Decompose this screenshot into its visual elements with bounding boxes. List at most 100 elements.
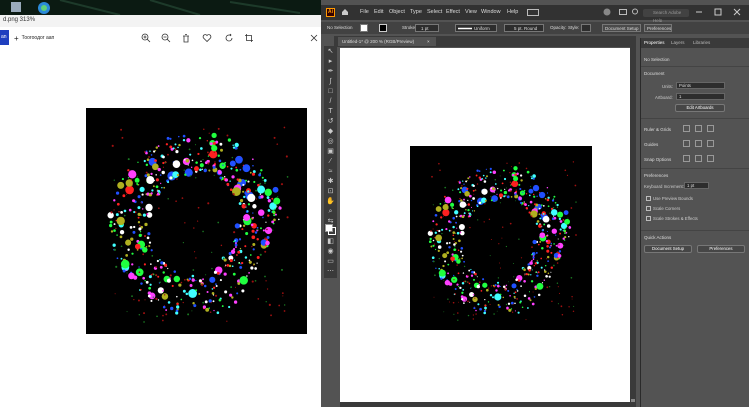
stroke-swatch[interactable] xyxy=(379,24,387,32)
help-search-input[interactable]: Search Adobe Help xyxy=(643,9,689,23)
variable-width-dropdown[interactable]: Uniform xyxy=(455,24,497,32)
tab-libraries[interactable]: Libraries xyxy=(693,40,710,45)
grid-icon[interactable] xyxy=(695,125,702,132)
rotate-icon[interactable] xyxy=(224,33,234,43)
scale-strokes-checkbox[interactable] xyxy=(646,216,651,221)
vertical-scrollbar[interactable] xyxy=(630,47,636,407)
blend-tool-icon[interactable]: ≈ xyxy=(326,168,335,176)
menu-window[interactable]: Window xyxy=(481,9,501,15)
tab-properties[interactable]: Properties xyxy=(644,40,665,45)
type-tool-icon[interactable]: T xyxy=(326,108,335,116)
fluorescent-spot xyxy=(441,232,443,235)
more-tools-icon[interactable]: ⋯ xyxy=(326,268,335,276)
minimize-icon[interactable] xyxy=(695,9,703,15)
placed-image[interactable] xyxy=(410,146,592,330)
show-guides-icon[interactable] xyxy=(683,140,690,147)
eyedropper-tool-icon[interactable]: ⁄ xyxy=(326,158,335,166)
edit-artboards-button[interactable]: Edit Artboards xyxy=(675,104,725,112)
desktop-app-icon[interactable] xyxy=(11,2,21,12)
curvature-tool-icon[interactable]: ∫ xyxy=(326,78,335,86)
home-icon[interactable] xyxy=(341,8,349,16)
fluorescent-spot xyxy=(193,227,195,229)
hand-tool-icon[interactable]: ✋ xyxy=(326,198,335,206)
preferences-button[interactable]: Preferences xyxy=(644,24,672,32)
crop-icon[interactable] xyxy=(244,33,254,43)
artboard-dropdown[interactable]: 1 xyxy=(676,93,725,100)
snap-to-pixel-icon[interactable] xyxy=(707,155,714,162)
fluorescent-spot xyxy=(482,174,485,177)
pen-tool-icon[interactable]: ✒ xyxy=(326,68,335,76)
lightbulb-icon[interactable] xyxy=(631,8,639,16)
symbol-sprayer-tool-icon[interactable]: ✱ xyxy=(326,178,335,186)
menu-type[interactable]: Type xyxy=(410,9,422,15)
rectangle-tool-icon[interactable]: □ xyxy=(326,88,335,96)
fluorescent-spot xyxy=(509,190,512,193)
lock-guides-icon[interactable] xyxy=(695,140,702,147)
brush-dropdown[interactable]: 5 pt. Round xyxy=(504,24,544,32)
document-tab[interactable]: Untitled-1* @ 200 % (RGB/Preview) × xyxy=(338,37,436,46)
snap-to-point-icon[interactable] xyxy=(683,155,690,162)
color-mode-icon[interactable]: ◧ xyxy=(326,238,335,246)
zoom-in-icon[interactable] xyxy=(141,33,151,43)
favorite-icon[interactable] xyxy=(202,33,212,43)
units-dropdown[interactable]: Points xyxy=(676,82,725,89)
artboard-tool-icon[interactable]: ⊡ xyxy=(326,188,335,196)
snap-to-grid-icon[interactable] xyxy=(695,155,702,162)
stroke-color-icon[interactable] xyxy=(328,227,336,235)
smart-guides-icon[interactable] xyxy=(707,140,714,147)
style-swatch[interactable] xyxy=(581,24,591,32)
zoom-out-icon[interactable] xyxy=(161,33,171,43)
draw-mode-icon[interactable]: ◉ xyxy=(326,248,335,256)
menu-file[interactable]: File xyxy=(360,9,369,15)
preferences-quick-button[interactable]: Preferences xyxy=(697,245,745,253)
scale-strokes-label: Scale Strokes & Effects xyxy=(653,216,698,221)
fluorescent-spot xyxy=(476,276,478,278)
edit-image-button[interactable]: an xyxy=(0,30,9,45)
shape-builder-tool-icon[interactable]: ◎ xyxy=(326,138,335,146)
keyboard-increment-field[interactable]: 1 pt xyxy=(684,182,709,189)
stroke-weight-field[interactable]: 1 pt xyxy=(415,24,439,32)
fluorescent-spot xyxy=(520,285,522,287)
menu-help[interactable]: Help xyxy=(507,9,518,15)
artboard[interactable] xyxy=(340,48,630,402)
fluorescent-spot xyxy=(181,197,184,200)
fluorescent-spot xyxy=(127,177,130,179)
fluorescent-spot xyxy=(434,274,436,277)
selection-tool-icon[interactable]: ↖ xyxy=(326,48,335,56)
document-setup-quick-button[interactable]: Document Setup xyxy=(644,245,692,253)
tab-layers[interactable]: Layers xyxy=(671,40,685,45)
fluorescent-spot xyxy=(226,134,229,137)
menu-effect[interactable]: Effect xyxy=(446,9,460,15)
zoom-tool-icon[interactable]: ⌕ xyxy=(326,208,335,216)
document-setup-button[interactable]: Document Setup xyxy=(602,24,641,32)
share-icon[interactable] xyxy=(309,33,319,43)
cloud-icon[interactable] xyxy=(619,8,627,16)
pixel-grid-icon[interactable] xyxy=(707,125,714,132)
ruler-icon[interactable] xyxy=(683,125,690,132)
direct-selection-tool-icon[interactable]: ▸ xyxy=(326,58,335,66)
fluorescent-spot xyxy=(273,136,276,139)
menu-view[interactable]: View xyxy=(465,9,477,15)
close-icon[interactable] xyxy=(733,8,741,16)
rotate-tool-icon[interactable]: ↺ xyxy=(326,118,335,126)
fluorescent-spot xyxy=(460,187,463,190)
paintbrush-tool-icon[interactable]: / xyxy=(326,98,335,106)
delete-icon[interactable] xyxy=(181,33,191,43)
user-icon[interactable] xyxy=(603,8,611,16)
screen-mode-icon[interactable]: ▭ xyxy=(326,258,335,266)
scale-corners-checkbox[interactable] xyxy=(646,206,651,211)
fluorescent-spot xyxy=(489,293,493,297)
free-transform-tool-icon[interactable]: ▣ xyxy=(326,148,335,156)
menu-edit[interactable]: Edit xyxy=(374,9,383,15)
eraser-tool-icon[interactable]: ◆ xyxy=(326,128,335,136)
fluorescent-spot xyxy=(546,186,549,189)
menu-select[interactable]: Select xyxy=(427,9,442,15)
create-button[interactable]: + Тоогоодог аап xyxy=(14,33,54,43)
arrange-documents-icon[interactable] xyxy=(527,9,539,16)
opacity-label[interactable]: Opacity: xyxy=(550,25,567,30)
use-preview-bounds-checkbox[interactable] xyxy=(646,196,651,201)
maximize-icon[interactable] xyxy=(714,8,722,16)
menu-object[interactable]: Object xyxy=(389,9,405,15)
close-tab-icon[interactable]: × xyxy=(427,37,430,46)
fill-swatch[interactable] xyxy=(360,24,368,32)
